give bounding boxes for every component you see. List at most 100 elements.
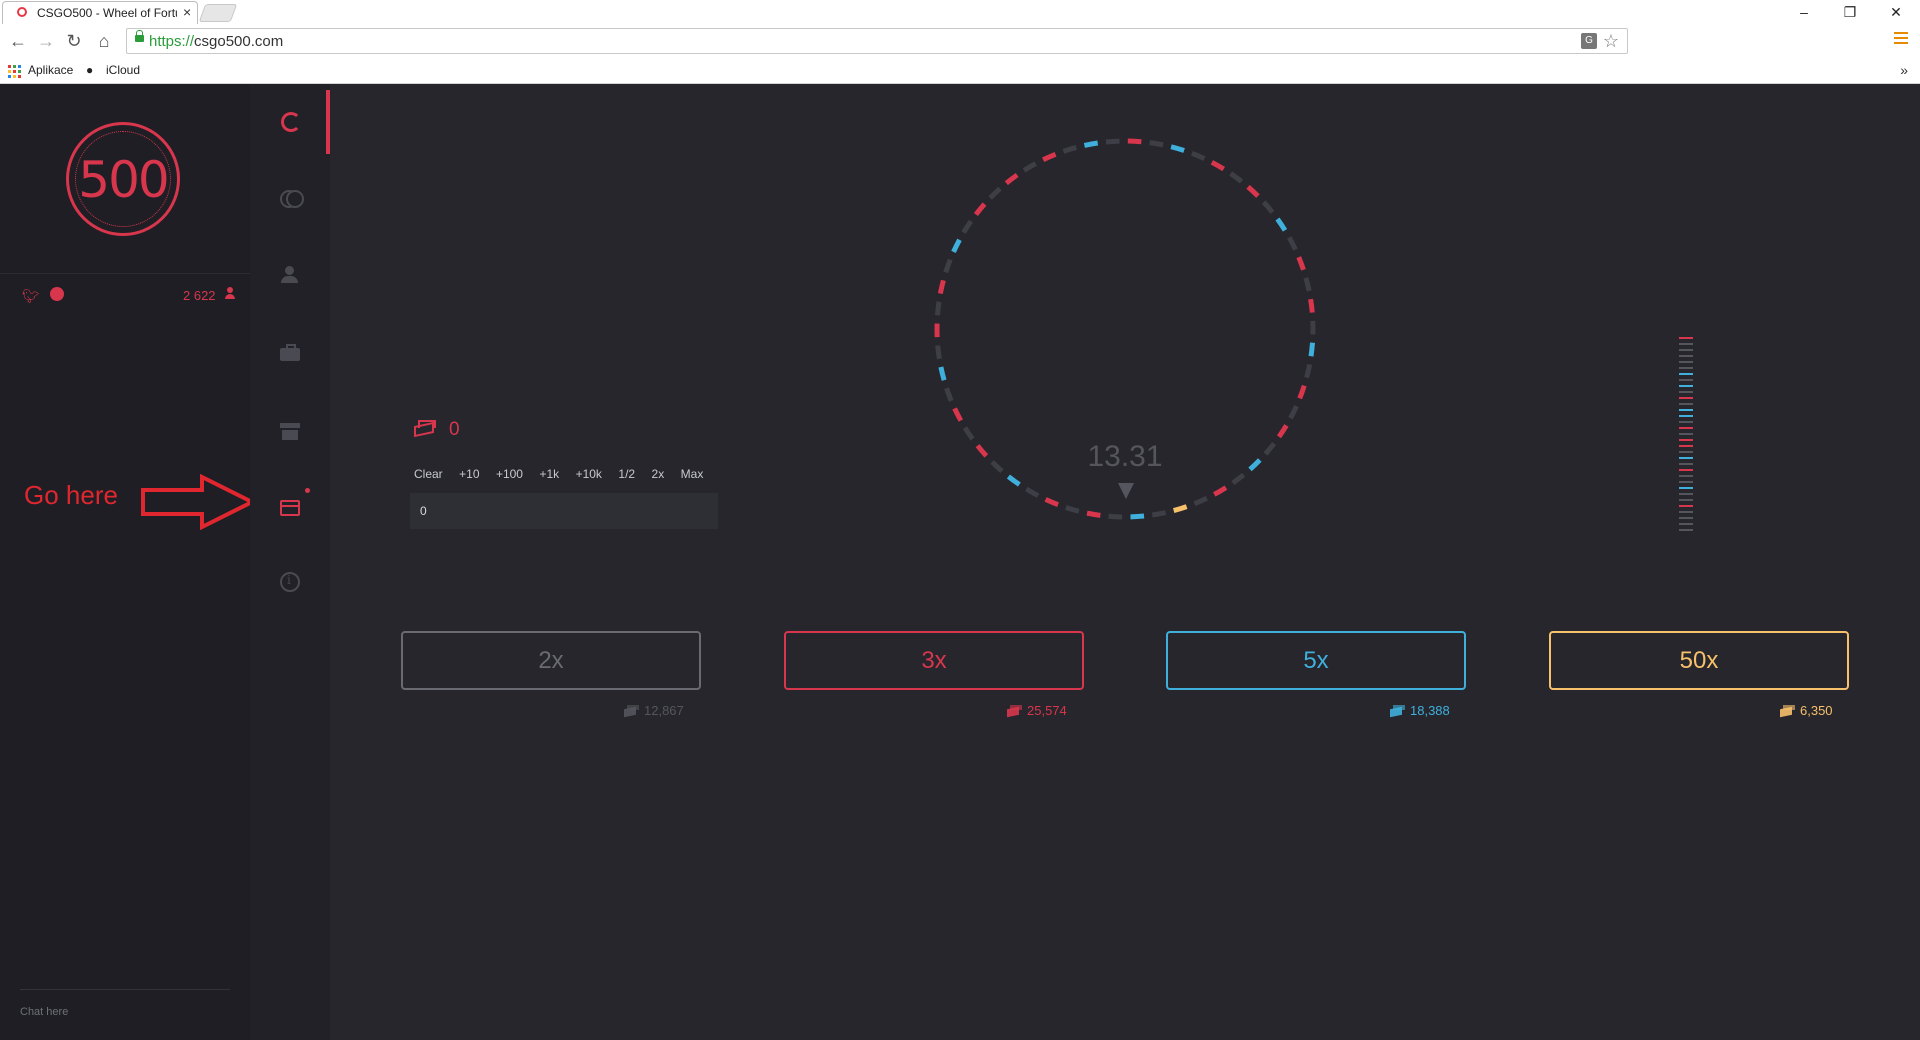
active-indicator <box>326 90 330 154</box>
bet-half-button[interactable]: 1/2 <box>618 467 635 481</box>
wheel-segment <box>1261 200 1275 214</box>
coins-icon <box>1780 705 1795 716</box>
chat-input[interactable]: Chat here <box>20 1006 68 1018</box>
tab-title: CSGO500 - Wheel of Fortu <box>37 6 177 20</box>
recent-result <box>1679 439 1693 441</box>
wheel-segment <box>952 407 963 422</box>
wheel-segment <box>975 444 989 458</box>
wheel-pointer-icon <box>1118 483 1134 499</box>
left-sidebar: 500 🐦︎ 2 622 Go here Chat here <box>0 84 257 1040</box>
wheel-segment <box>1248 458 1262 472</box>
bookmark-icloud[interactable]: iCloud <box>106 63 140 77</box>
bet-50x-button[interactable]: 50x <box>1549 631 1849 690</box>
wheel-segment <box>1210 160 1225 172</box>
bet-max-button[interactable]: Max <box>681 467 704 481</box>
wheel-segment <box>1263 441 1277 456</box>
bet-plus10k-button[interactable]: +10k <box>576 467 602 481</box>
bet-quick-buttons: Clear +10 +100 +1k +10k 1/2 2x Max <box>414 465 715 483</box>
notification-dot <box>305 488 310 493</box>
recent-result <box>1679 499 1693 501</box>
bet-double-button[interactable]: 2x <box>652 467 665 481</box>
bet-clear-button[interactable]: Clear <box>414 467 443 481</box>
shop-icon[interactable] <box>278 420 302 444</box>
favicon-icon <box>17 7 27 17</box>
chat-divider <box>20 989 230 990</box>
recent-result <box>1679 337 1693 339</box>
wheel-segment <box>1149 140 1164 148</box>
sidebar-divider <box>0 273 250 274</box>
address-bar[interactable]: https://csgo500.com G ☆ <box>126 28 1628 54</box>
reload-icon[interactable]: ↻ <box>64 31 84 51</box>
wheel-segment <box>1287 236 1298 251</box>
bookmark-star-icon[interactable]: ☆ <box>1603 31 1619 52</box>
recent-result <box>1679 457 1693 459</box>
bet-3x-button[interactable]: 3x <box>784 631 1084 690</box>
bet-5x-button[interactable]: 5x <box>1166 631 1466 690</box>
balance-value: 0 <box>449 419 460 440</box>
coinflip-icon[interactable] <box>280 188 304 212</box>
bookmarks-more-icon[interactable]: » <box>1900 62 1908 78</box>
bookmark-apps[interactable]: Aplikace <box>28 63 73 77</box>
apps-grid-icon[interactable] <box>8 65 21 78</box>
bet-amount-input[interactable] <box>410 493 718 529</box>
site-logo[interactable]: 500 <box>66 122 180 236</box>
wheel-segment <box>1044 497 1059 508</box>
info-icon[interactable] <box>280 572 300 592</box>
browser-menu-icon[interactable] <box>1894 32 1908 46</box>
wheel-segment <box>1170 144 1185 153</box>
recent-result <box>1679 427 1693 429</box>
translate-icon[interactable]: G <box>1581 33 1597 49</box>
browser-titlebar: CSGO500 - Wheel of Fortu × – ❐ ✕ <box>0 0 1920 25</box>
recent-result <box>1679 511 1693 513</box>
recent-result <box>1679 517 1693 519</box>
url-scheme: https:// <box>149 33 195 50</box>
coins-icon <box>624 705 639 716</box>
twitter-icon[interactable]: 🐦︎ <box>22 288 40 305</box>
tab-close-icon[interactable]: × <box>183 4 191 20</box>
recent-result <box>1679 463 1693 465</box>
total-5x: 18,388 <box>1390 703 1450 718</box>
wheel-segment <box>1065 505 1080 514</box>
browser-tab[interactable]: CSGO500 - Wheel of Fortu × <box>2 1 198 24</box>
wheel-segment <box>937 279 946 295</box>
home-icon[interactable]: ⌂ <box>94 31 114 51</box>
restore-button[interactable]: ❐ <box>1830 2 1870 22</box>
inventory-icon[interactable] <box>278 342 302 366</box>
recent-result <box>1679 433 1693 435</box>
recent-result <box>1679 343 1693 345</box>
bet-plus1k-button[interactable]: +1k <box>539 467 559 481</box>
recent-result <box>1679 397 1693 399</box>
profile-icon[interactable] <box>278 264 302 288</box>
new-tab-button[interactable] <box>198 4 238 22</box>
recent-result <box>1679 361 1693 363</box>
annotation-label: Go here <box>24 480 118 510</box>
wheel-icon[interactable] <box>281 112 301 132</box>
recent-result <box>1679 445 1693 447</box>
bet-plus100-button[interactable]: +100 <box>496 467 523 481</box>
wheel-segment <box>1022 161 1037 173</box>
url-text: https://csgo500.com <box>149 33 283 50</box>
steam-icon[interactable] <box>50 287 64 301</box>
bet-plus10-button[interactable]: +10 <box>459 467 479 481</box>
wheel-segment <box>1173 504 1188 514</box>
wheel-segment <box>1213 485 1228 497</box>
wheel-segment <box>1062 144 1077 154</box>
gift-icon[interactable] <box>278 494 302 518</box>
wheel-segment <box>1127 138 1142 145</box>
wheel-segment <box>1229 171 1244 184</box>
minimize-button[interactable]: – <box>1784 2 1824 22</box>
wheel-segment <box>988 186 1002 200</box>
recent-result <box>1679 493 1693 495</box>
wheel-segment <box>935 301 942 316</box>
back-arrow-icon[interactable]: ← <box>8 31 28 51</box>
wheel-segment <box>1130 513 1145 520</box>
recent-result <box>1679 379 1693 381</box>
close-window-button[interactable]: ✕ <box>1876 2 1916 22</box>
recent-result <box>1679 469 1693 471</box>
wheel-segment <box>951 238 962 253</box>
forward-arrow-icon[interactable]: → <box>36 31 56 51</box>
bet-2x-button[interactable]: 2x <box>401 631 701 690</box>
annotation-arrow-icon <box>141 474 257 530</box>
total-5x-value: 18,388 <box>1410 703 1450 718</box>
recent-result <box>1679 385 1693 387</box>
